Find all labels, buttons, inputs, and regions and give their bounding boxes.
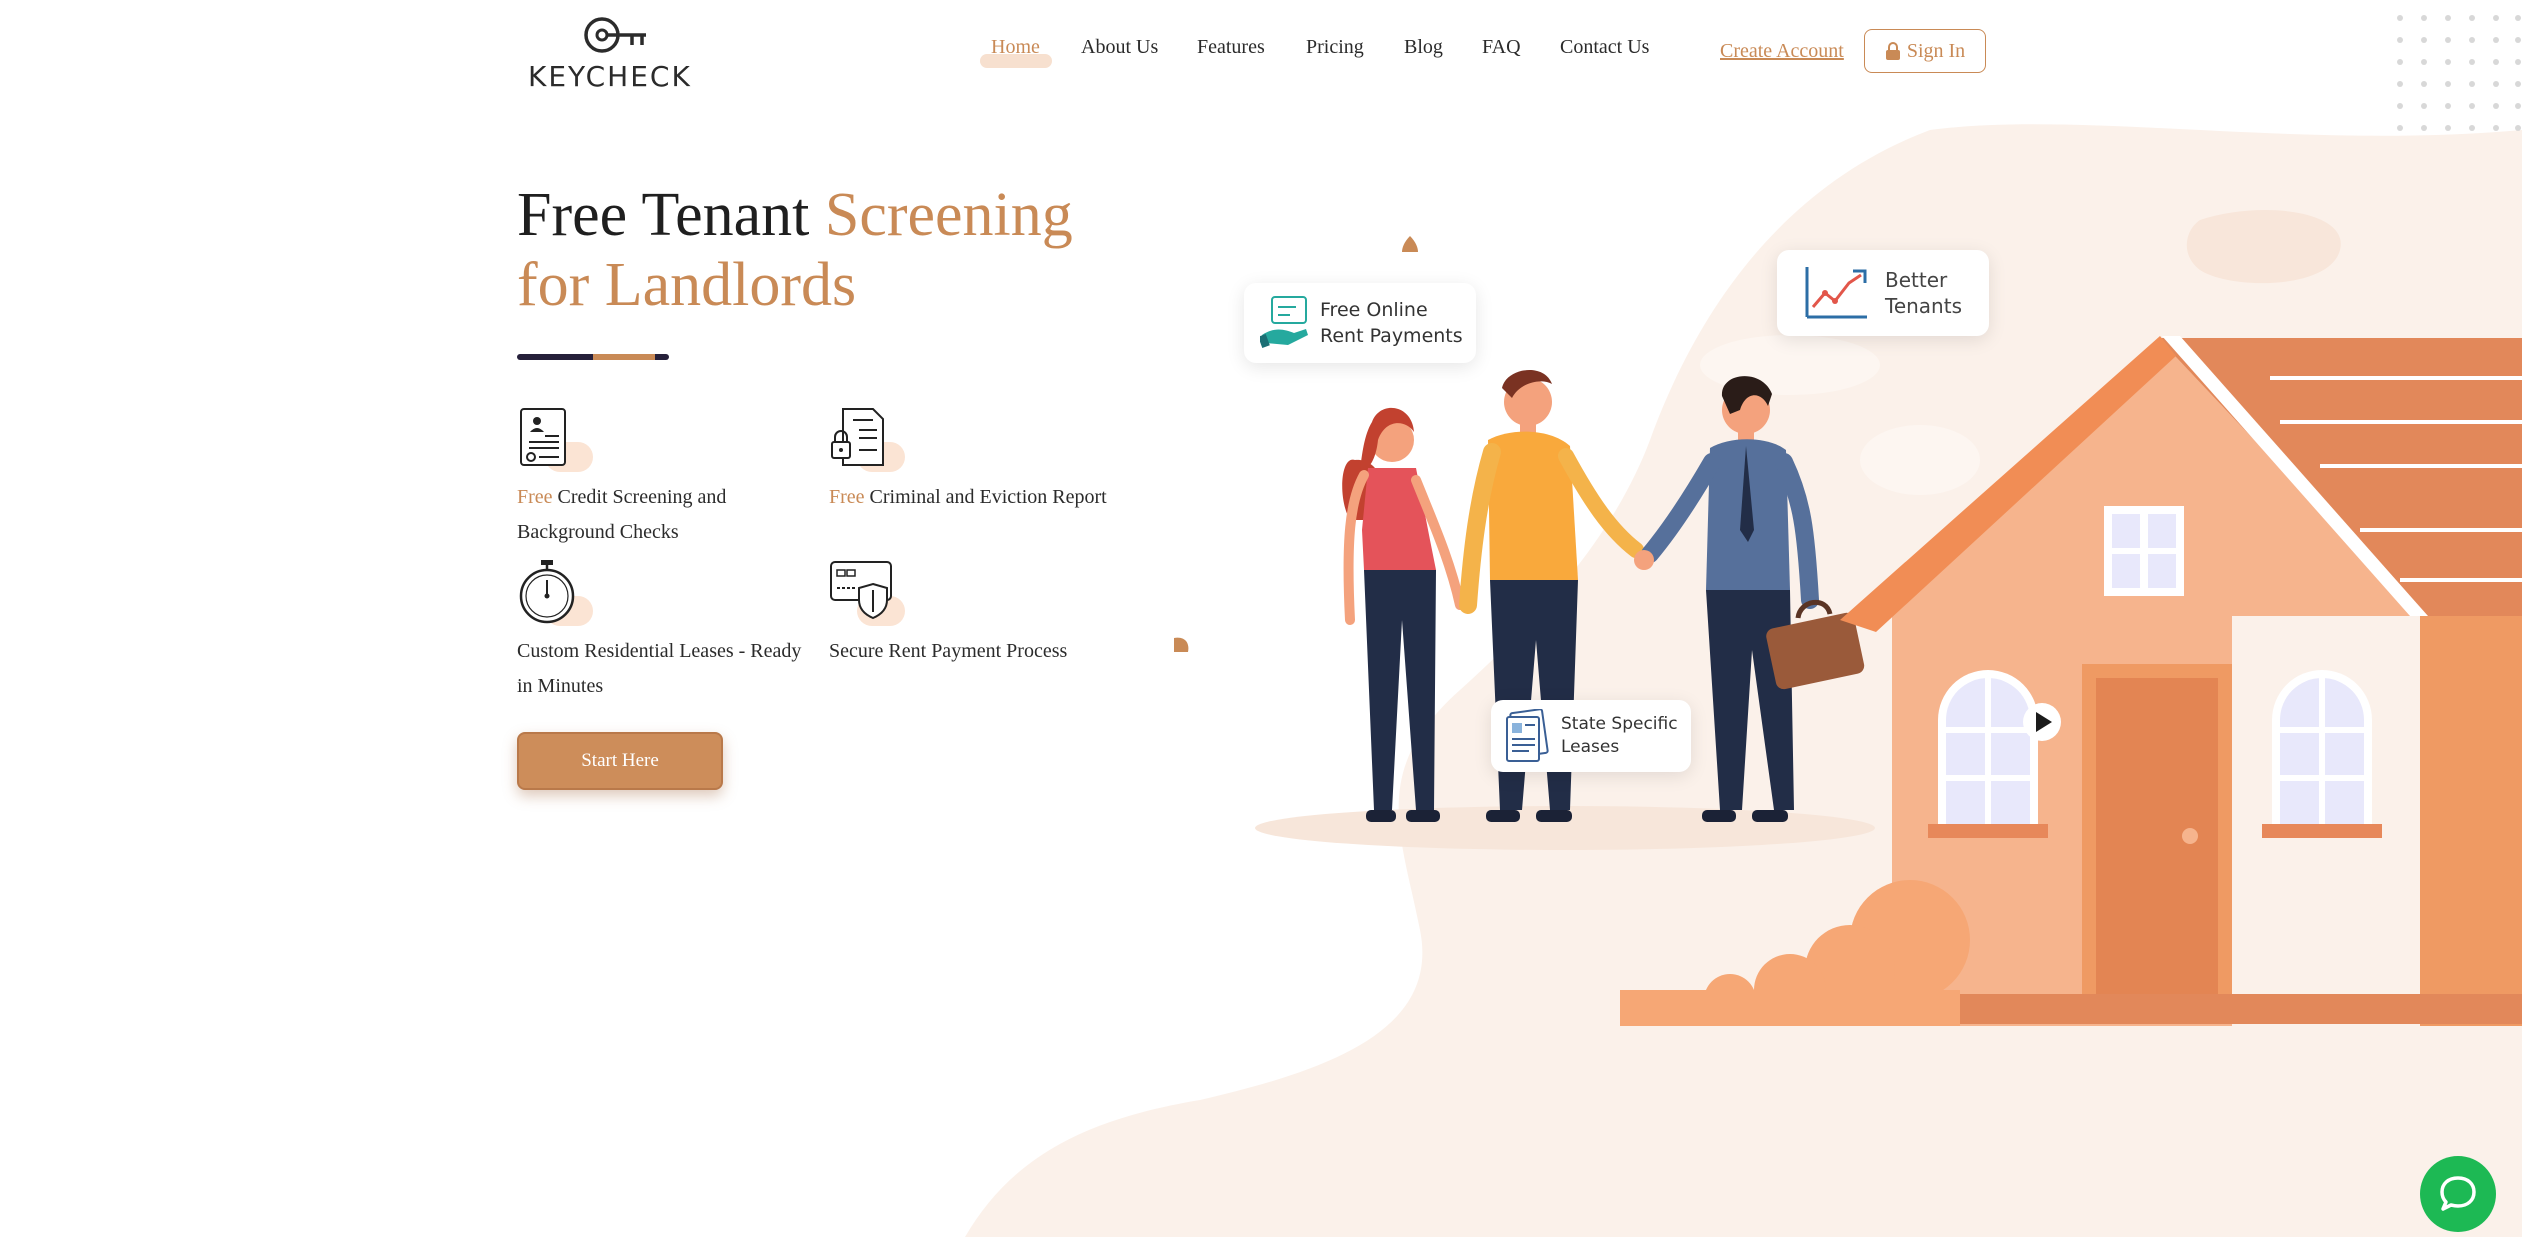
card-text: Better Tenants xyxy=(1885,268,1962,318)
lock-icon xyxy=(1885,42,1900,60)
card-free-online-rent-payments: Free Online Rent Payments xyxy=(1244,283,1476,363)
nav-features[interactable]: Features xyxy=(1197,36,1265,59)
stopwatch-icon xyxy=(519,560,575,624)
feature-text: Free Credit Screening and Background Che… xyxy=(517,486,727,543)
chat-bubble-icon xyxy=(2440,1176,2476,1211)
bush-illustration xyxy=(1620,880,1970,1026)
create-account-link[interactable]: Create Account xyxy=(1720,40,1844,63)
feature-text: Free Criminal and Eviction Report xyxy=(829,486,1107,508)
sign-in-label: Sign In xyxy=(1906,39,1966,62)
nav-about-us[interactable]: About Us xyxy=(1081,36,1158,59)
card-better-tenants: Better Tenants xyxy=(1777,250,1989,336)
hero-heading-block: Free Tenant Screening for Landlords xyxy=(517,180,1073,320)
card-text: Free Online Rent Payments xyxy=(1320,299,1463,347)
locked-document-icon xyxy=(831,408,884,466)
rent-payment-icon xyxy=(1260,296,1308,349)
secure-card-icon xyxy=(830,561,892,620)
hero-title-accent-1: Screening xyxy=(824,181,1073,249)
card-state-specific-leases: State Specific Leases xyxy=(1491,700,1691,772)
credit-report-icon xyxy=(520,408,566,466)
hero-title-dark: Free Tenant xyxy=(517,181,825,249)
feature-text: Custom Residential Leases - Ready in Min… xyxy=(517,640,802,697)
nav-blog[interactable]: Blog xyxy=(1404,36,1443,59)
feature-criminal-eviction: Free Criminal and Eviction Report xyxy=(829,406,1119,515)
nav-contact-us[interactable]: Contact Us xyxy=(1560,36,1649,59)
key-logo-icon xyxy=(584,17,646,53)
logo-text: KEYCHECK xyxy=(528,60,692,93)
growth-chart-icon xyxy=(1805,267,1867,319)
nav-faq[interactable]: FAQ xyxy=(1482,36,1521,59)
dot-grid-decoration xyxy=(2397,15,2521,131)
card-text: State Specific Leases xyxy=(1561,714,1678,757)
feature-text: Secure Rent Payment Process xyxy=(829,640,1068,662)
lease-document-icon xyxy=(1506,709,1549,762)
play-video-icon[interactable] xyxy=(2022,702,2062,742)
feature-credit-screening: Free Credit Screening and Background Che… xyxy=(517,406,807,550)
decorative-drop-icon xyxy=(1163,627,1197,661)
feature-secure-rent: Secure Rent Payment Process xyxy=(829,560,1119,669)
decorative-drop-icon xyxy=(1393,229,1427,263)
woman-figure xyxy=(1342,407,1465,822)
feature-custom-leases: Custom Residential Leases - Ready in Min… xyxy=(517,560,807,704)
start-here-button[interactable]: Start Here xyxy=(517,732,723,790)
site-header: KEYCHECK Home About Us Features Pricing … xyxy=(0,0,2522,131)
hero-title-accent-2: for Landlords xyxy=(517,251,857,319)
nav-home[interactable]: Home xyxy=(991,36,1040,59)
chat-widget-button[interactable] xyxy=(2420,1156,2496,1232)
hero-title: Free Tenant Screening for Landlords xyxy=(517,180,1073,320)
sign-in-button[interactable]: Sign In xyxy=(1864,29,1986,73)
logo[interactable]: KEYCHECK xyxy=(528,14,698,94)
nav-pricing[interactable]: Pricing xyxy=(1306,36,1364,59)
title-divider xyxy=(517,354,669,360)
